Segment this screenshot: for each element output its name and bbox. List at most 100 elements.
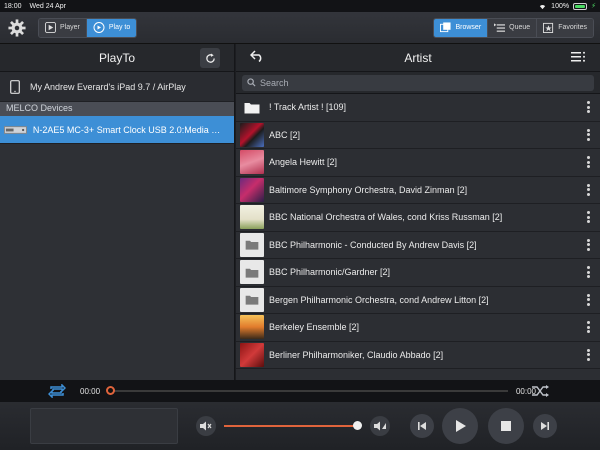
status-time: 18:00 (4, 2, 22, 10)
player-tab[interactable]: Player (39, 18, 86, 37)
gear-icon[interactable] (6, 17, 28, 39)
list-item-label: Bergen Philharmonic Orchestra, cond Andr… (269, 294, 489, 305)
browser-tab[interactable]: Browser (434, 18, 488, 37)
volume-up-button[interactable] (370, 416, 390, 436)
search-bar: Search (236, 72, 600, 94)
progress-bar[interactable] (106, 386, 508, 395)
more-options-icon[interactable] (587, 321, 590, 335)
album-art (240, 122, 264, 147)
artist-list: ! Track Artist ! [109] ABC [2] Angela He… (236, 94, 600, 369)
album-art (240, 177, 264, 202)
list-item[interactable]: BBC Philharmonic/Gardner [2] (236, 259, 600, 287)
favorites-tab-label: Favorites (558, 24, 587, 31)
more-options-icon[interactable] (587, 156, 590, 170)
placeholder-folder-icon (240, 260, 264, 285)
view-segment: Browser Queue Favorites (433, 17, 594, 38)
search-input[interactable]: Search (242, 74, 594, 91)
favorites-icon (543, 22, 554, 33)
queue-tab[interactable]: Queue (487, 18, 537, 37)
list-item[interactable]: BBC National Orchestra of Wales, cond Kr… (236, 204, 600, 232)
list-menu-icon (571, 51, 585, 62)
volume-down-button[interactable] (196, 416, 216, 436)
transport-bar (0, 402, 600, 450)
browser-icon (440, 22, 452, 33)
selected-device-label: N-2AE5 MC-3+ Smart Clock USB 2.0:Media S… (32, 124, 224, 135)
browser-header: Artist (236, 44, 600, 72)
more-options-icon[interactable] (587, 211, 590, 225)
list-item[interactable]: Bergen Philharmonic Orchestra, cond Andr… (236, 287, 600, 314)
back-arrow-icon (249, 50, 262, 63)
list-item-label: BBC Philharmonic/Gardner [2] (269, 267, 391, 278)
list-item-label: Berliner Philharmoniker, Claudio Abbado … (269, 349, 444, 360)
placeholder-folder-icon (240, 232, 264, 257)
list-item-label: Angela Hewitt [2] (269, 157, 338, 168)
progress-handle[interactable] (106, 386, 116, 395)
shuffle-icon[interactable] (532, 385, 550, 397)
playto-title: PlayTo (98, 50, 136, 65)
tablet-icon (10, 79, 20, 94)
browser-panel: Artist Search ! Track Artist ! [109] ABC… (236, 44, 600, 380)
browser-title: Artist (404, 50, 432, 65)
skip-back-icon (418, 422, 426, 430)
list-item[interactable]: Berkeley Ensemble [2] (236, 314, 600, 342)
volume-handle[interactable] (352, 421, 362, 430)
previous-button[interactable] (410, 414, 434, 438)
now-playing-art (30, 408, 178, 444)
speaker-mute-icon (200, 421, 212, 431)
album-art (240, 205, 264, 230)
favorites-tab[interactable]: Favorites (536, 18, 593, 37)
queue-icon (494, 22, 506, 32)
refresh-button[interactable] (200, 48, 220, 68)
list-item[interactable]: Berliner Philharmoniker, Claudio Abbado … (236, 342, 600, 369)
more-options-icon[interactable] (587, 238, 590, 253)
stop-icon (501, 421, 511, 431)
play-button[interactable] (442, 408, 478, 444)
list-item-label: ! Track Artist ! [109] (269, 102, 347, 113)
list-item[interactable]: ! Track Artist ! [109] (236, 94, 600, 122)
volume-up-icon (373, 421, 386, 431)
list-item[interactable]: Baltimore Symphony Orchestra, David Zinm… (236, 177, 600, 204)
more-options-icon[interactable] (587, 293, 590, 308)
player-tab-label: Player (60, 24, 80, 31)
repeat-icon[interactable] (48, 384, 66, 398)
back-button[interactable] (249, 50, 264, 65)
play-icon (456, 420, 466, 432)
section-header-melco: MELCO Devices (0, 102, 234, 116)
playto-header: PlayTo (0, 44, 234, 72)
skip-forward-icon (541, 422, 549, 430)
airplay-device-row[interactable]: My Andrew Everard's iPad 9.7 / AirPlay (0, 72, 234, 102)
album-art (240, 150, 264, 175)
volume-slider[interactable] (224, 421, 362, 430)
placeholder-folder-icon (240, 287, 264, 312)
playto-tab-label: Play to (108, 24, 131, 31)
list-item[interactable]: BBC Philharmonic - Conducted By Andrew D… (236, 232, 600, 259)
play-square-icon (45, 22, 56, 33)
playto-tab[interactable]: Play to (85, 18, 137, 37)
airplay-device-label: My Andrew Everard's iPad 9.7 / AirPlay (30, 81, 186, 92)
more-options-icon[interactable] (587, 128, 590, 143)
stop-button[interactable] (488, 408, 524, 444)
browser-tab-label: Browser (455, 24, 482, 31)
next-button[interactable] (533, 414, 557, 438)
status-bar: 18:00 Wed 24 Apr 100% ⚡ (0, 0, 600, 12)
album-art (240, 342, 264, 367)
volume-fill (224, 425, 358, 427)
top-toolbar: Player Play to Browser Queue Favorites (0, 12, 600, 44)
list-menu-button[interactable] (571, 51, 586, 66)
list-item[interactable]: Angela Hewitt [2] (236, 149, 600, 177)
charging-icon: ⚡ (591, 3, 596, 10)
search-placeholder: Search (260, 77, 289, 88)
folder-icon (240, 95, 264, 119)
list-item-label: ABC [2] (269, 129, 301, 140)
album-art (240, 315, 264, 340)
server-device-icon (4, 125, 27, 134)
battery-percent: 100% (551, 2, 570, 10)
list-item[interactable]: ABC [2] (236, 122, 600, 149)
more-options-icon[interactable] (587, 266, 590, 280)
more-options-icon[interactable] (587, 183, 590, 198)
more-options-icon[interactable] (587, 348, 590, 363)
queue-tab-label: Queue (509, 24, 531, 31)
refresh-icon (205, 52, 215, 63)
more-options-icon[interactable] (587, 101, 590, 115)
selected-device-row[interactable]: N-2AE5 MC-3+ Smart Clock USB 2.0:Media S… (0, 116, 234, 144)
